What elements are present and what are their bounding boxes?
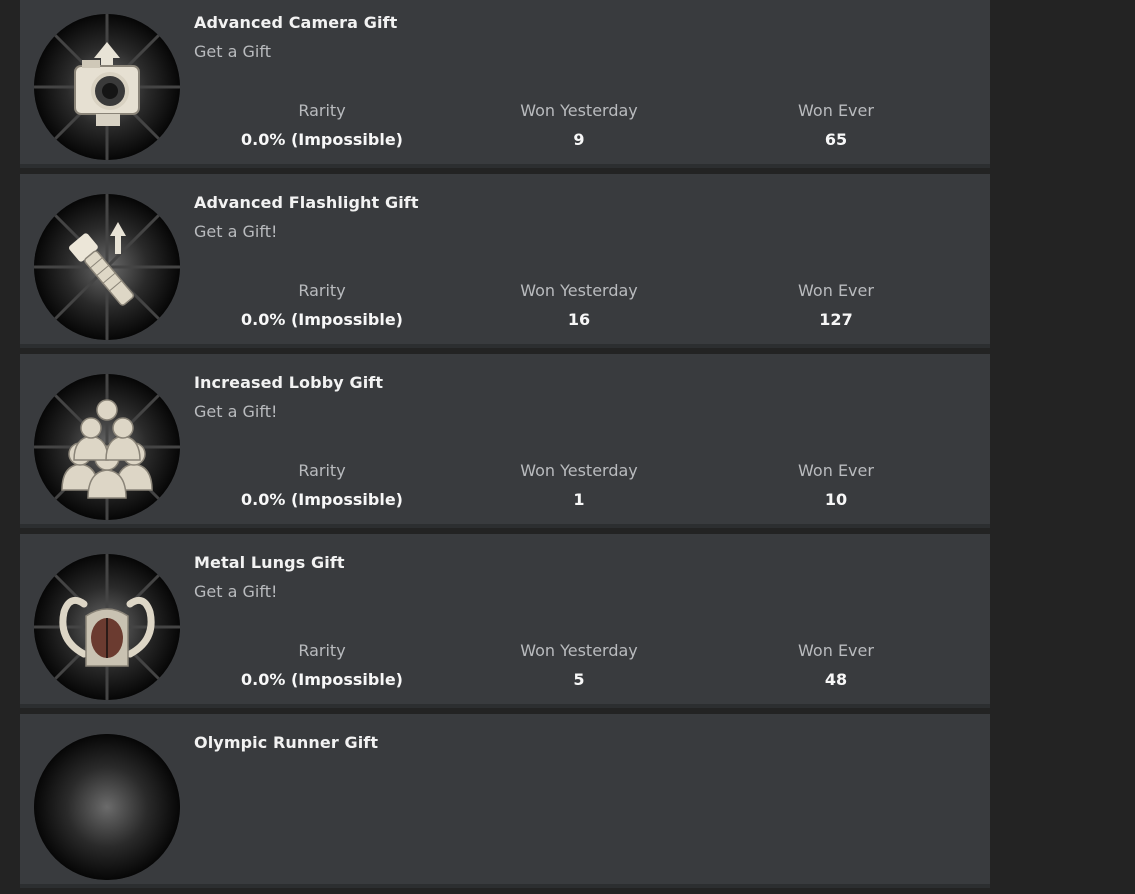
won-yesterday-value: 9 [573, 130, 585, 149]
badge-card[interactable]: Metal Lungs Gift Get a Gift! Rarity 0.0%… [20, 534, 990, 708]
won-ever-value: 48 [824, 670, 848, 689]
runner-icon [34, 734, 180, 880]
won-ever-stat: Won Ever 65 [716, 101, 956, 149]
won-yesterday-label: Won Yesterday [520, 461, 638, 480]
won-ever-label: Won Ever [798, 641, 874, 660]
badge-card[interactable]: Advanced Camera Gift Get a Gift Rarity 0… [20, 0, 990, 168]
won-ever-value: 10 [824, 490, 848, 509]
rarity-value: 0.0% (Impossible) [241, 310, 403, 329]
rarity-label: Rarity [298, 101, 346, 120]
rarity-stat: Rarity 0.0% (Impossible) [202, 641, 442, 689]
badge-description: Get a Gift [194, 42, 271, 61]
badge-list: Advanced Camera Gift Get a Gift Rarity 0… [20, 0, 990, 894]
rarity-value: 0.0% (Impossible) [241, 490, 403, 509]
won-yesterday-stat: Won Yesterday 1 [459, 461, 699, 509]
badge-card[interactable]: Increased Lobby Gift Get a Gift! Rarity … [20, 354, 990, 528]
badge-card[interactable]: Olympic Runner Gift [20, 714, 990, 888]
metal-lungs-icon [34, 554, 180, 700]
rarity-label: Rarity [298, 641, 346, 660]
rarity-label: Rarity [298, 461, 346, 480]
won-yesterday-stat: Won Yesterday 5 [459, 641, 699, 689]
lobby-group-icon [34, 374, 180, 520]
won-yesterday-label: Won Yesterday [520, 101, 638, 120]
badge-description: Get a Gift! [194, 582, 278, 601]
badge-name[interactable]: Olympic Runner Gift [194, 733, 378, 752]
badge-card[interactable]: Advanced Flashlight Gift Get a Gift! Rar… [20, 174, 990, 348]
won-yesterday-stat: Won Yesterday 16 [459, 281, 699, 329]
won-ever-stat: Won Ever 10 [716, 461, 956, 509]
badge-description: Get a Gift! [194, 222, 278, 241]
flashlight-upgrade-icon [34, 194, 180, 340]
won-yesterday-stat: Won Yesterday 9 [459, 101, 699, 149]
won-ever-label: Won Ever [798, 461, 874, 480]
won-ever-label: Won Ever [798, 101, 874, 120]
won-yesterday-label: Won Yesterday [520, 641, 638, 660]
rarity-value: 0.0% (Impossible) [241, 130, 403, 149]
won-ever-stat: Won Ever 127 [716, 281, 956, 329]
won-ever-value: 127 [819, 310, 853, 329]
badge-name[interactable]: Advanced Flashlight Gift [194, 193, 419, 212]
won-yesterday-value: 5 [573, 670, 585, 689]
badge-name[interactable]: Advanced Camera Gift [194, 13, 397, 32]
rarity-label: Rarity [298, 281, 346, 300]
badge-name[interactable]: Increased Lobby Gift [194, 373, 383, 392]
rarity-value: 0.0% (Impossible) [241, 670, 403, 689]
won-yesterday-value: 1 [573, 490, 585, 509]
rarity-stat: Rarity 0.0% (Impossible) [202, 461, 442, 509]
camera-upgrade-icon [34, 14, 180, 160]
rarity-stat: Rarity 0.0% (Impossible) [202, 101, 442, 149]
won-ever-value: 65 [824, 130, 848, 149]
badge-name[interactable]: Metal Lungs Gift [194, 553, 345, 572]
won-ever-label: Won Ever [798, 281, 874, 300]
won-ever-stat: Won Ever 48 [716, 641, 956, 689]
badge-description: Get a Gift! [194, 402, 278, 421]
won-yesterday-label: Won Yesterday [520, 281, 638, 300]
page-background [990, 0, 1135, 749]
won-yesterday-value: 16 [567, 310, 591, 329]
rarity-stat: Rarity 0.0% (Impossible) [202, 281, 442, 329]
